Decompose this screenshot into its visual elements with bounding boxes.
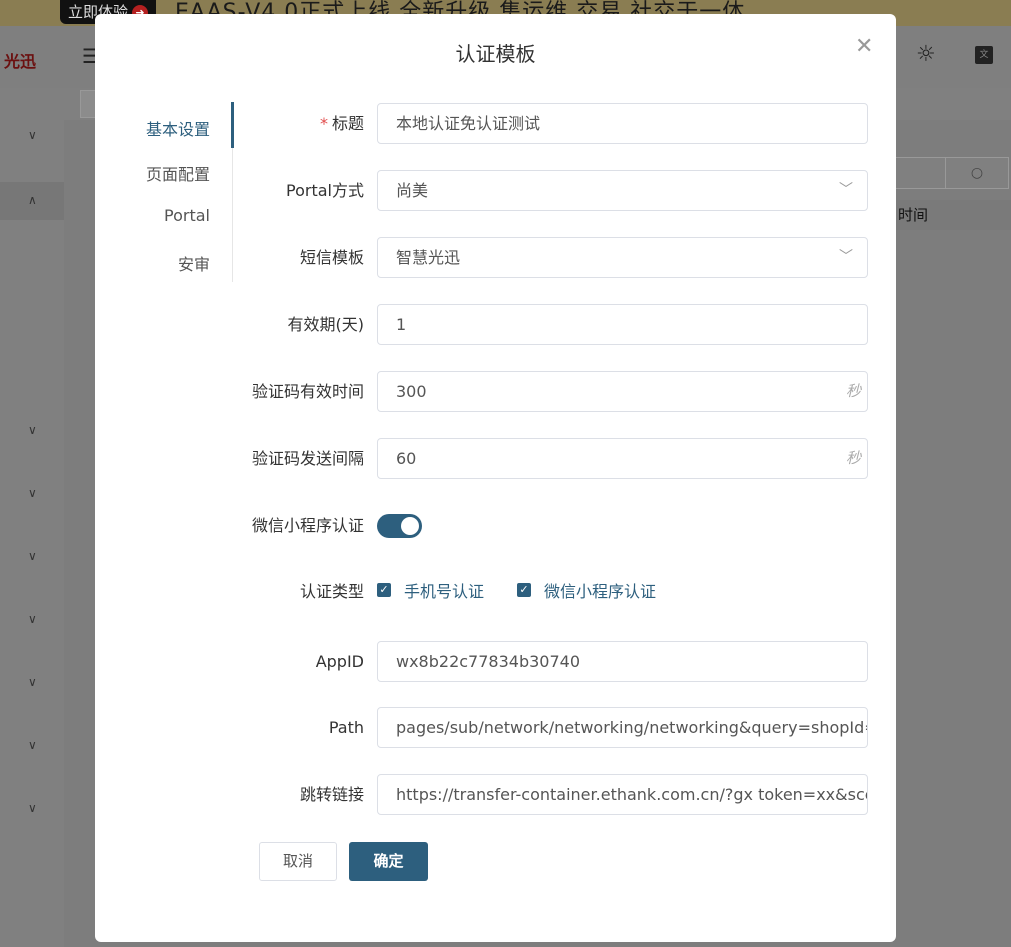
close-icon[interactable]: ✕ bbox=[855, 36, 873, 58]
phone-auth-checkbox[interactable]: ✓ bbox=[377, 583, 391, 597]
seconds-suffix: 秒 bbox=[845, 449, 861, 467]
chevron-up-icon[interactable]: ∧ bbox=[28, 193, 37, 207]
cancel-button[interactable]: 取消 bbox=[259, 842, 337, 881]
tab-portal[interactable]: Portal bbox=[164, 206, 210, 225]
appid-label: AppID bbox=[315, 652, 364, 671]
wechat-miniprogram-toggle[interactable] bbox=[377, 514, 422, 538]
sms-template-select[interactable]: 智慧光迅 ﹀ bbox=[377, 237, 868, 278]
search-icon[interactable]: ○ bbox=[945, 157, 1009, 189]
code-valid-time-value: 300 bbox=[396, 382, 427, 401]
wechat-miniprogram-label: 微信小程序认证 bbox=[251, 516, 364, 535]
toggle-knob bbox=[401, 517, 419, 535]
code-valid-time-input[interactable]: 300 秒 bbox=[377, 371, 868, 412]
sun-icon[interactable]: ☼ bbox=[916, 42, 936, 67]
title-label: * 标题 bbox=[319, 114, 364, 133]
app-logo: 光迅 bbox=[4, 52, 37, 71]
confirm-button[interactable]: 确定 bbox=[349, 842, 428, 881]
path-label: Path bbox=[328, 718, 364, 737]
required-mark: * bbox=[319, 114, 328, 133]
sms-template-label: 短信模板 bbox=[299, 248, 364, 267]
form-row-appid: AppID wx8b22c77834b30740 bbox=[245, 641, 868, 682]
wechat-auth-checkbox[interactable]: ✓ bbox=[517, 583, 531, 597]
language-icon[interactable]: 文 bbox=[975, 46, 993, 64]
form-row-validity: 有效期(天) 1 bbox=[245, 304, 868, 345]
active-tab-indicator bbox=[231, 102, 234, 148]
path-input[interactable]: pages/sub/network/networking/networking&… bbox=[377, 707, 868, 748]
chevron-down-icon[interactable]: ∨ bbox=[28, 612, 37, 626]
title-input[interactable]: 本地认证免认证测试 bbox=[377, 103, 868, 144]
form-row-wechat-miniprogram: 微信小程序认证 bbox=[245, 505, 868, 546]
chevron-down-icon[interactable]: ∨ bbox=[28, 423, 37, 437]
redirect-input[interactable]: https://transfer-container.ethank.com.cn… bbox=[377, 774, 868, 815]
wechat-auth-label[interactable]: 微信小程序认证 bbox=[544, 571, 656, 612]
chevron-down-icon[interactable]: ∨ bbox=[28, 128, 37, 142]
sms-template-value: 智慧光迅 bbox=[396, 248, 461, 267]
code-send-interval-label: 验证码发送间隔 bbox=[251, 449, 364, 468]
tab-page-config[interactable]: 页面配置 bbox=[146, 161, 210, 185]
form-row-title: * 标题 本地认证免认证测试 bbox=[245, 103, 868, 144]
code-send-interval-input[interactable]: 60 秒 bbox=[377, 438, 868, 479]
appid-input[interactable]: wx8b22c77834b30740 bbox=[377, 641, 868, 682]
auth-template-dialog: 认证模板 ✕ 基本设置 页面配置 Portal 安审 * 标题 本地认证免认证测试… bbox=[95, 14, 896, 942]
search-input[interactable] bbox=[895, 157, 947, 189]
chevron-down-icon[interactable]: ∨ bbox=[28, 738, 37, 752]
seconds-suffix: 秒 bbox=[845, 382, 861, 400]
chevron-down-icon[interactable]: ∨ bbox=[28, 486, 37, 500]
form-row-code-valid-time: 验证码有效时间 300 秒 bbox=[245, 371, 868, 412]
tab-security-audit[interactable]: 安审 bbox=[178, 251, 210, 275]
code-send-interval-value: 60 bbox=[396, 449, 417, 468]
portal-mode-value: 尚美 bbox=[396, 181, 429, 200]
form-row-portal-mode: Portal方式 尚美 ﹀ bbox=[245, 170, 868, 211]
portal-mode-select[interactable]: 尚美 ﹀ bbox=[377, 170, 868, 211]
phone-auth-label[interactable]: 手机号认证 bbox=[404, 571, 484, 612]
form-row-redirect: 跳转链接 https://transfer-container.ethank.c… bbox=[245, 774, 868, 815]
form-row-sms-template: 短信模板 智慧光迅 ﹀ bbox=[245, 237, 868, 278]
code-valid-time-label: 验证码有效时间 bbox=[251, 382, 364, 401]
validity-input[interactable]: 1 bbox=[377, 304, 868, 345]
chevron-down-icon: ﹀ bbox=[839, 182, 853, 198]
chevron-down-icon[interactable]: ∨ bbox=[28, 549, 37, 563]
chevron-down-icon[interactable]: ∨ bbox=[28, 801, 37, 815]
form-row-auth-type: 认证类型 ✓ 手机号认证 ✓ 微信小程序认证 bbox=[245, 571, 868, 612]
dialog-side-nav: 基本设置 页面配置 Portal 安审 bbox=[135, 102, 234, 282]
form-row-code-send-interval: 验证码发送间隔 60 秒 bbox=[245, 438, 868, 479]
auth-type-label: 认证类型 bbox=[299, 582, 364, 601]
chevron-down-icon: ﹀ bbox=[839, 249, 853, 265]
dialog-title: 认证模板 bbox=[455, 42, 536, 66]
chevron-down-icon[interactable]: ∨ bbox=[28, 675, 37, 689]
portal-mode-label: Portal方式 bbox=[286, 181, 364, 200]
validity-label: 有效期(天) bbox=[287, 315, 365, 334]
redirect-label: 跳转链接 bbox=[299, 785, 364, 804]
tab-basic-settings[interactable]: 基本设置 bbox=[146, 116, 210, 140]
form-row-path: Path pages/sub/network/networking/networ… bbox=[245, 707, 868, 748]
